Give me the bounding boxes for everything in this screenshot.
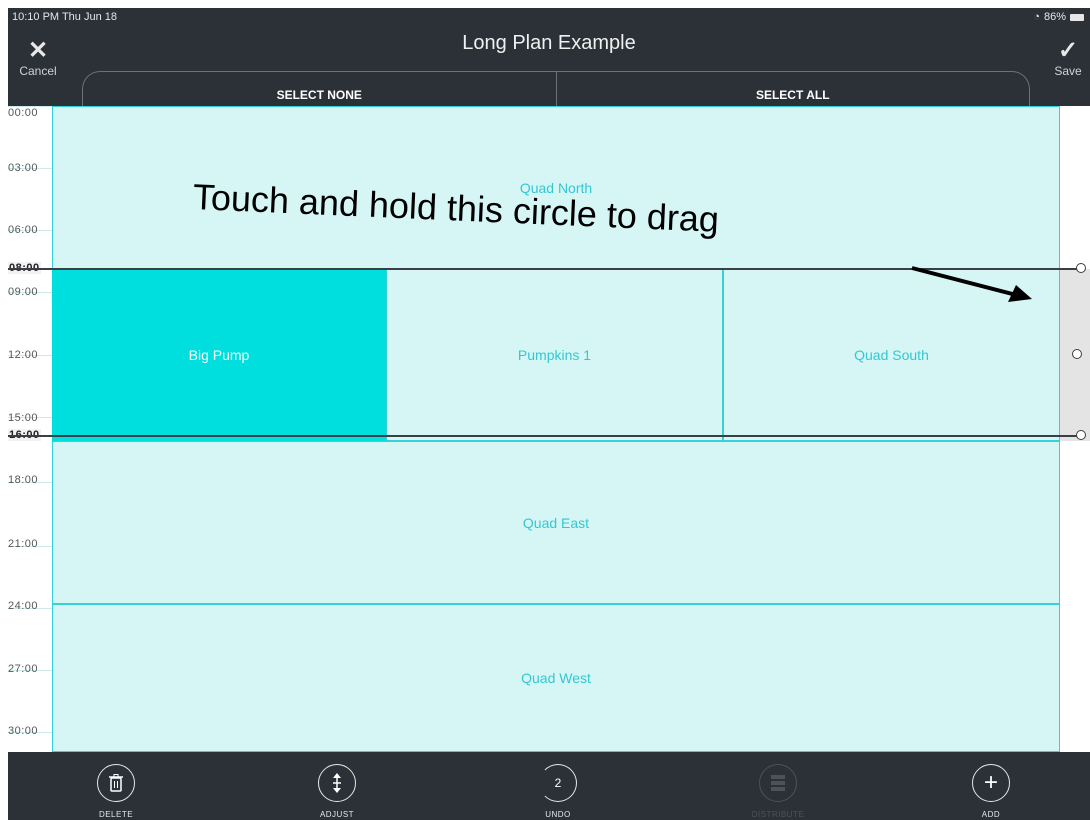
status-time: 10:10 PM Thu Jun 18 <box>12 11 117 23</box>
add-button[interactable]: + ADD <box>951 764 1031 819</box>
checkmark-icon: ✓ <box>1057 37 1079 64</box>
vertical-arrows-icon <box>318 764 356 802</box>
time-label: 00:00 <box>8 107 39 119</box>
distribute-icon <box>759 764 797 802</box>
time-label: 06:00 <box>8 224 39 236</box>
undo-icon: 2 <box>539 764 577 802</box>
plus-icon: + <box>972 764 1010 802</box>
distribute-button[interactable]: DISTRIBUTE <box>738 764 818 819</box>
selection-end-line <box>8 435 1078 437</box>
add-label: ADD <box>981 810 1001 819</box>
adjust-label: ADJUST <box>319 810 355 819</box>
trash-icon <box>97 764 135 802</box>
cancel-button[interactable]: ✕ Cancel <box>10 37 66 79</box>
time-label: 30:00 <box>8 725 39 737</box>
cancel-label: Cancel <box>19 64 57 78</box>
undo-button[interactable]: 2 UNDO <box>518 764 598 819</box>
adjust-button[interactable]: ADJUST <box>297 764 377 819</box>
block-big-pump[interactable]: Big Pump <box>52 269 386 441</box>
bottom-toolbar: DELETE ADJUST 2 UNDO DISTRIBUTE + ADD <box>8 752 1090 820</box>
block-pumpkins-1[interactable]: Pumpkins 1 <box>386 269 723 441</box>
time-label: 09:00 <box>8 286 39 298</box>
delete-button[interactable]: DELETE <box>76 764 156 819</box>
block-quad-east[interactable]: Quad East <box>52 441 1060 604</box>
battery-percent: 86% <box>1043 11 1066 23</box>
block-quad-west[interactable]: Quad West <box>52 604 1060 752</box>
wifi-icon: ◔ <box>1033 11 1040 23</box>
drag-handle-end[interactable] <box>1076 430 1086 440</box>
page-title: Long Plan Example <box>462 32 636 54</box>
status-indicators: ◔ 86% <box>1033 11 1084 23</box>
select-all-button[interactable]: SELECT ALL <box>555 72 1030 107</box>
time-label: 24:00 <box>8 600 39 612</box>
save-label: Save <box>1054 64 1082 78</box>
save-button[interactable]: ✓ Save <box>1046 37 1090 79</box>
distribute-label: DISTRIBUTE <box>751 810 805 819</box>
time-label: 18:00 <box>8 474 39 486</box>
drag-handle-start[interactable] <box>1076 263 1086 273</box>
delete-label: DELETE <box>98 810 134 819</box>
select-none-button[interactable]: SELECT NONE <box>83 72 556 107</box>
time-label: 15:00 <box>8 412 39 424</box>
undo-count: 2 <box>554 776 562 790</box>
time-label: 21:00 <box>8 538 39 550</box>
time-label: 03:00 <box>8 162 39 174</box>
undo-label: UNDO <box>545 810 571 819</box>
arrow-icon <box>911 266 1032 302</box>
app-frame: 10:10 PM Thu Jun 18 ◔ 86% Long Plan Exam… <box>8 8 1090 820</box>
battery-icon <box>1070 13 1084 21</box>
time-label: 27:00 <box>8 663 39 675</box>
header-bar: 10:10 PM Thu Jun 18 ◔ 86% Long Plan Exam… <box>8 8 1090 107</box>
drag-handle-middle[interactable] <box>1072 349 1082 359</box>
close-icon: ✕ <box>27 37 49 64</box>
selection-segment: SELECT NONE SELECT ALL <box>82 71 1030 107</box>
time-label: 12:00 <box>8 349 39 361</box>
